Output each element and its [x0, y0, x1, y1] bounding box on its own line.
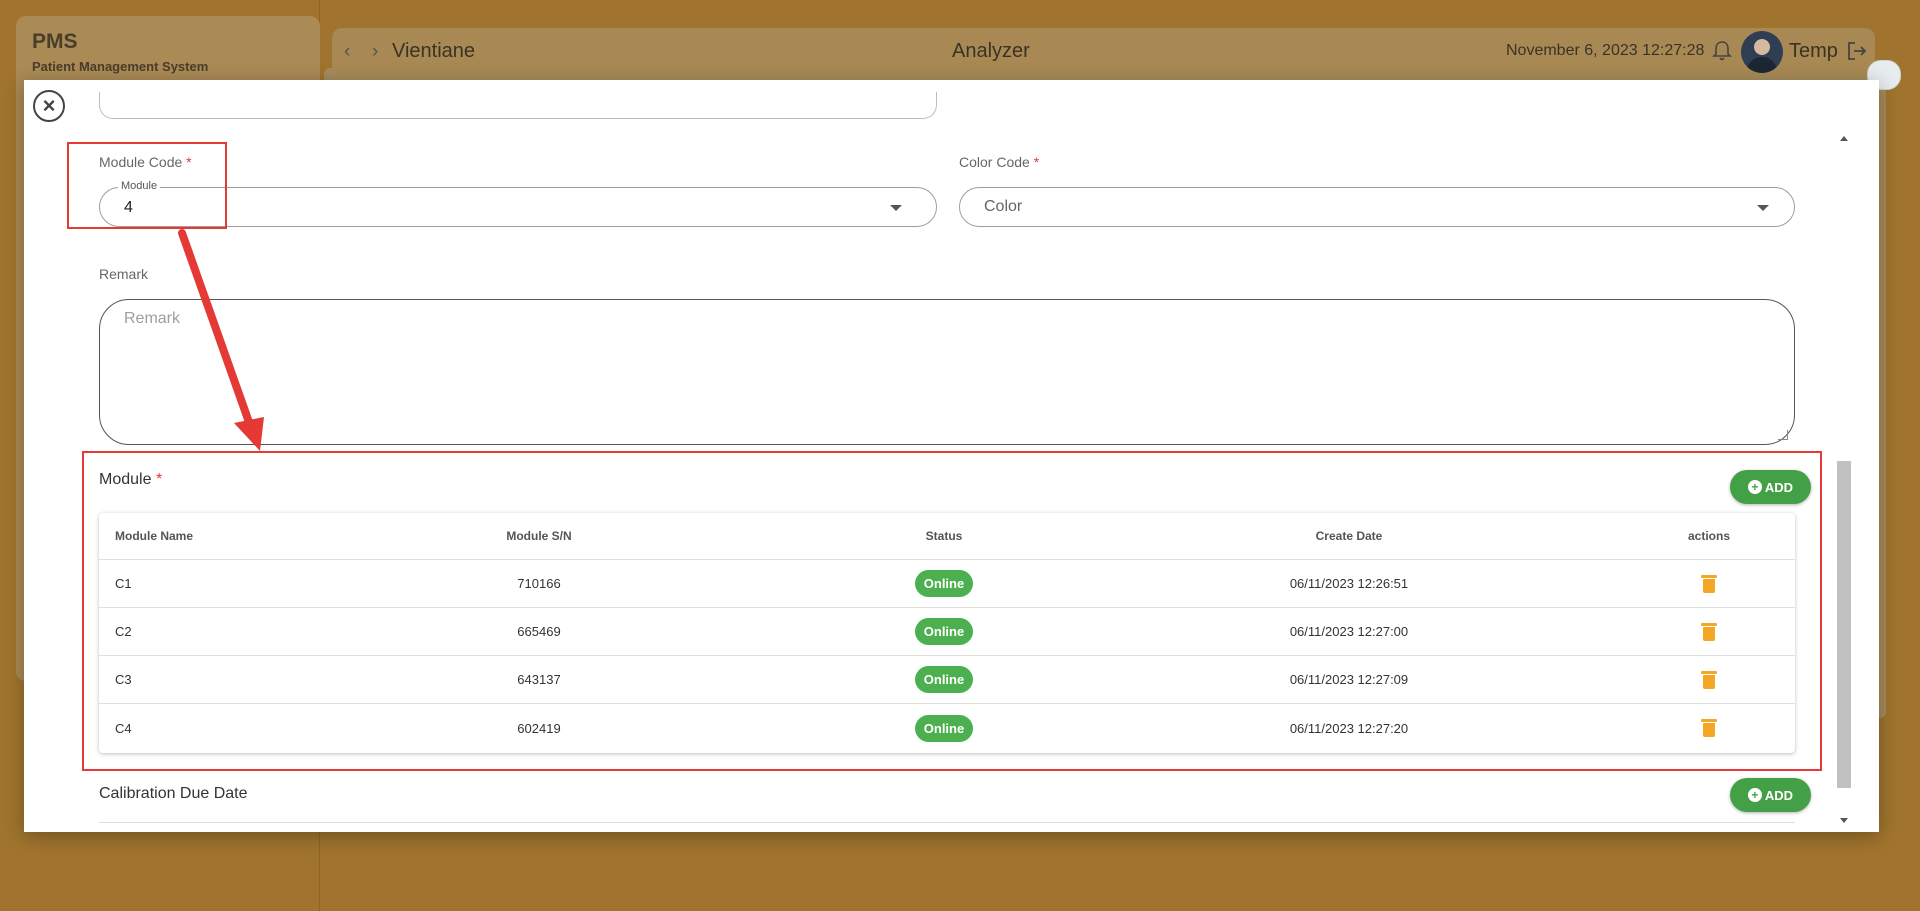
- color-code-placeholder: Color: [984, 198, 1023, 215]
- add-calibration-label: ADD: [1764, 787, 1794, 803]
- calibration-section-title: Calibration Due Date: [99, 785, 248, 802]
- location-label: Vientiane: [392, 40, 476, 62]
- annotation-arrow: [178, 229, 264, 451]
- user-avatar[interactable]: [1741, 31, 1783, 73]
- scrollbar-thumb[interactable]: [1837, 461, 1851, 788]
- brand-title: PMS: [32, 30, 78, 53]
- color-code-label: Color Code *: [959, 154, 1040, 170]
- close-modal-button[interactable]: ×: [33, 90, 65, 122]
- remark-label: Remark: [99, 266, 149, 282]
- previous-field-edge: [99, 92, 937, 119]
- scroll-up-arrow-icon[interactable]: [1840, 136, 1848, 141]
- calibration-table-edge: [99, 822, 1795, 834]
- remark-textarea[interactable]: Remark: [99, 299, 1795, 445]
- resize-handle-icon[interactable]: [1778, 430, 1788, 440]
- nav-forward-icon[interactable]: ›: [372, 41, 378, 63]
- page-title: Analyzer: [952, 40, 1030, 62]
- nav-back-icon[interactable]: ‹: [344, 41, 350, 63]
- notification-bell-icon[interactable]: [1712, 40, 1732, 62]
- modal-scrollbar[interactable]: [1836, 131, 1852, 828]
- current-datetime: November 6, 2023 12:27:28: [1506, 42, 1705, 59]
- chevron-down-icon: [1757, 205, 1769, 211]
- logout-icon[interactable]: [1846, 40, 1868, 62]
- chevron-down-icon: [890, 205, 902, 211]
- user-name: Temp: [1789, 40, 1838, 62]
- annotation-box-module-code: [67, 142, 227, 229]
- brand-subtitle: Patient Management System: [32, 59, 209, 74]
- add-calibration-button[interactable]: + ADD: [1730, 778, 1811, 812]
- scroll-down-arrow-icon[interactable]: [1840, 818, 1848, 823]
- color-code-select[interactable]: Color: [959, 187, 1795, 227]
- annotation-box-module-table: [82, 451, 1822, 771]
- add-circle-icon: +: [1747, 788, 1762, 802]
